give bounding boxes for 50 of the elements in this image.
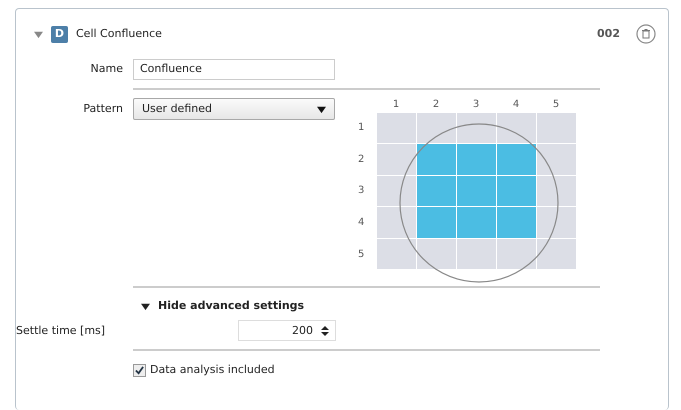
- well-cell[interactable]: [536, 238, 576, 270]
- row-number: 5: [358, 248, 366, 262]
- well-cell[interactable]: [376, 206, 416, 239]
- well-cell[interactable]: [376, 238, 416, 270]
- column-number: 1: [392, 98, 400, 112]
- well-cell[interactable]: [536, 112, 576, 144]
- well-cell[interactable]: [416, 143, 456, 176]
- column-number: 3: [472, 98, 480, 112]
- well-cell[interactable]: [376, 143, 416, 176]
- pattern-label: Pattern: [82, 101, 124, 117]
- well-cell[interactable]: [496, 174, 536, 208]
- row-number: 2: [358, 152, 366, 167]
- well-cell[interactable]: [456, 174, 496, 208]
- name-label: Name: [90, 61, 124, 78]
- well-cell[interactable]: [536, 206, 576, 239]
- name-field[interactable]: Confluence: [133, 59, 335, 80]
- well-cell[interactable]: [376, 112, 416, 144]
- row-number: 3: [358, 184, 366, 198]
- delete-icon[interactable]: [636, 24, 656, 44]
- well-cell[interactable]: [376, 174, 416, 208]
- caret-icon: [317, 104, 326, 114]
- well-cell[interactable]: [496, 238, 536, 270]
- checkbox[interactable]: [133, 364, 146, 378]
- well-cell[interactable]: [416, 112, 456, 144]
- well-cell[interactable]: [536, 143, 576, 176]
- checkbox-label: Data analysis included: [150, 362, 275, 378]
- well-cell[interactable]: [456, 112, 496, 144]
- column-number: 4: [512, 98, 520, 112]
- panel-title: Cell Confluence: [76, 26, 162, 42]
- row-number: 1: [358, 121, 366, 136]
- step-number: 002: [597, 26, 620, 42]
- well-cell[interactable]: [416, 174, 456, 208]
- type-badge: D: [51, 26, 68, 42]
- column-number: 2: [432, 98, 440, 112]
- advanced-toggle[interactable]: Hide advanced settings: [158, 298, 304, 314]
- well-cell[interactable]: [456, 238, 496, 270]
- spinner-icon[interactable]: [321, 324, 329, 337]
- column-number: 5: [552, 98, 560, 112]
- collapse-icon[interactable]: [141, 302, 150, 311]
- well-cell[interactable]: [416, 238, 456, 270]
- well-cell[interactable]: [456, 206, 496, 239]
- well-cell[interactable]: [416, 206, 456, 239]
- well-cell[interactable]: [496, 206, 536, 239]
- well-cell[interactable]: [496, 143, 536, 176]
- settle-label: Settle time [ms]: [15, 322, 106, 339]
- row-number: 4: [358, 216, 366, 230]
- well-cell[interactable]: [456, 143, 496, 176]
- well-cell[interactable]: [496, 112, 536, 144]
- pattern-dropdown[interactable]: User defined: [133, 98, 335, 120]
- settle-time-field[interactable]: 200: [238, 320, 336, 342]
